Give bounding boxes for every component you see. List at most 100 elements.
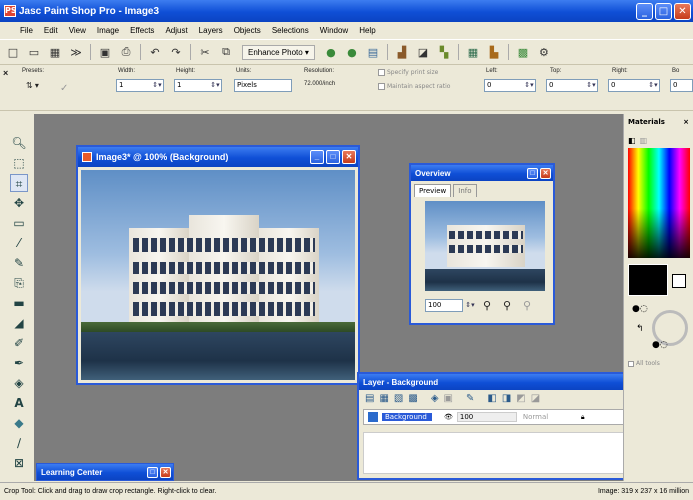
menu-edit[interactable]: Edit <box>44 26 58 35</box>
effects-icon[interactable]: ● <box>322 43 340 61</box>
overview-zoom-field[interactable]: 100 <box>425 299 463 312</box>
smudge-tool-icon[interactable]: ◢ <box>10 314 28 332</box>
image-maximize-button[interactable]: □ <box>326 150 340 164</box>
overview-maximize-button[interactable]: □ <box>527 167 538 179</box>
menu-window[interactable]: Window <box>320 26 348 35</box>
dropper-tool-icon[interactable]: ⁄ <box>10 234 28 252</box>
foreground-color-swatch[interactable] <box>628 264 668 296</box>
learning-maximize-button[interactable]: □ <box>147 466 158 478</box>
overview-window[interactable]: Overview □ ✕ Preview Info 100 ⇕▾ ⚲ ⚲ ⚲ <box>409 163 555 325</box>
lighten-tool-icon[interactable]: ✐ <box>10 334 28 352</box>
eraser-tool-icon[interactable]: ▬ <box>10 294 28 312</box>
specify-print-size-checkbox[interactable]: Specify print size <box>378 69 438 76</box>
overview-close-button[interactable]: ✕ <box>540 167 551 179</box>
redo-icon[interactable]: ↷ <box>167 43 185 61</box>
tab-rainbow[interactable]: ▥ <box>640 136 648 145</box>
gear-icon[interactable]: ⚙ <box>535 43 553 61</box>
overview-preview[interactable] <box>425 201 545 291</box>
draw-tool-icon[interactable]: ∕ <box>10 434 28 452</box>
new-vector-layer-icon[interactable]: ▦ <box>379 393 388 404</box>
delete-layer-icon[interactable]: ◪ <box>531 393 540 404</box>
browse-icon[interactable]: ▦ <box>46 43 64 61</box>
zoom-out-icon[interactable]: ⚲ <box>503 299 511 312</box>
flood-fill-icon[interactable]: ◆ <box>10 414 28 432</box>
chart-icon[interactable]: ▙ <box>485 43 503 61</box>
paint-brush-tool-icon[interactable]: ✎ <box>10 254 28 272</box>
tab-preview[interactable]: Preview <box>414 184 452 197</box>
top-spinner[interactable]: ⇕▾ <box>584 79 598 92</box>
overview-zoom-spinner[interactable]: ⇕▾ <box>463 299 477 312</box>
script-icon[interactable]: ▩ <box>514 43 532 61</box>
learning-close-button[interactable]: ✕ <box>160 466 171 478</box>
image-close-button[interactable]: ✕ <box>342 150 356 164</box>
color-spectrum[interactable] <box>628 148 690 258</box>
image-window-title-bar[interactable]: Image3* @ 100% (Background) _ □ ✕ <box>78 147 358 167</box>
minimize-button[interactable]: _ <box>636 2 653 20</box>
presets-dropdown[interactable]: ⇅ ▾ <box>26 81 39 90</box>
lock-icon[interactable]: 🔒︎ <box>581 413 585 422</box>
right-spinner[interactable]: ⇕▾ <box>646 79 660 92</box>
layer-opacity[interactable]: 100 <box>456 412 517 422</box>
menu-help[interactable]: Help <box>359 26 375 35</box>
overview-title-bar[interactable]: Overview □ ✕ <box>411 165 553 181</box>
background-color-swatch[interactable] <box>672 274 686 288</box>
swap-colors-icon[interactable]: ●◌ <box>632 304 648 314</box>
palette-icon[interactable]: ▦ <box>464 43 482 61</box>
menu-layers[interactable]: Layers <box>199 26 223 35</box>
print-icon[interactable]: ⎙ <box>117 43 135 61</box>
zoom-actual-icon[interactable]: ⚲ <box>523 299 531 312</box>
pen-tool-icon[interactable]: ✒ <box>10 354 28 372</box>
new-icon[interactable]: □ <box>4 43 22 61</box>
menu-effects[interactable]: Effects <box>130 26 154 35</box>
units-select[interactable]: Pixels <box>234 79 292 92</box>
swap-arrow-icon[interactable]: ↰ <box>636 324 644 334</box>
height-spinner[interactable]: ⇕▾ <box>208 79 222 92</box>
image-minimize-button[interactable]: _ <box>310 150 324 164</box>
layer-row-background[interactable]: Background 👁︎ 100 Normal 🔒︎ <box>363 409 665 425</box>
learning-center-bar[interactable]: Learning Center □ ✕ <box>36 463 174 481</box>
menu-image[interactable]: Image <box>97 26 119 35</box>
enhance-photo-button[interactable]: Enhance Photo ▾ <box>242 44 315 60</box>
menu-view[interactable]: View <box>69 26 86 35</box>
cut-icon[interactable]: ✂ <box>196 43 214 61</box>
all-tools-checkbox[interactable]: All tools <box>628 360 660 367</box>
menu-adjust[interactable]: Adjust <box>165 26 187 35</box>
new-raster-layer-icon[interactable]: ▤ <box>365 393 374 404</box>
image-canvas[interactable] <box>81 170 355 380</box>
new-group-icon[interactable]: ▧ <box>394 393 403 404</box>
picture-frame-icon[interactable]: ▤ <box>364 43 382 61</box>
duplicate-layer-icon[interactable]: ▣ <box>444 393 453 404</box>
maintain-aspect-checkbox[interactable]: Maintain aspect ratio <box>378 83 450 90</box>
menu-selections[interactable]: Selections <box>272 26 309 35</box>
text-tool-icon[interactable]: A <box>10 394 28 412</box>
clone-tool-icon[interactable]: ⎘ <box>10 274 28 292</box>
materials-close-icon[interactable]: × <box>683 118 689 126</box>
link-icon[interactable]: ◩ <box>516 393 525 404</box>
copy-icon[interactable]: ⧉ <box>217 43 235 61</box>
zoom-in-icon[interactable]: ⚲ <box>483 299 491 312</box>
open-icon[interactable]: ▭ <box>25 43 43 61</box>
merge-icon[interactable]: ◧ <box>487 393 496 404</box>
close-button[interactable]: ✕ <box>674 2 691 20</box>
apply-check-icon[interactable]: ✓ <box>60 83 68 94</box>
tab-info[interactable]: Info <box>453 184 477 197</box>
zoom-tool-icon[interactable]: 🔍︎ <box>10 134 28 152</box>
maximize-button[interactable]: □ <box>655 2 672 20</box>
scan-icon[interactable]: ≫ <box>67 43 85 61</box>
new-mask-icon[interactable]: ▩ <box>408 393 417 404</box>
undo-icon[interactable]: ↶ <box>146 43 164 61</box>
deform-tool-icon[interactable]: ⬚ <box>10 154 28 172</box>
menu-file[interactable]: File <box>20 26 33 35</box>
adjustment-layer-icon[interactable]: ◈ <box>431 393 439 404</box>
save-icon[interactable]: ▣ <box>96 43 114 61</box>
close-options-icon[interactable]: × <box>3 68 8 78</box>
left-spinner[interactable]: ⇕▾ <box>522 79 536 92</box>
layers-icon[interactable]: ▟ <box>393 43 411 61</box>
eye-icon[interactable]: 👁︎ <box>444 413 453 421</box>
properties-icon[interactable]: ✎ <box>466 393 474 404</box>
shape-tool-icon[interactable]: ⊠ <box>10 454 28 472</box>
bottom-field[interactable]: 0 <box>670 79 693 92</box>
promote-icon[interactable]: ◨ <box>502 393 511 404</box>
histogram-icon[interactable]: ▚ <box>435 43 453 61</box>
adjust-icon[interactable]: ● <box>343 43 361 61</box>
